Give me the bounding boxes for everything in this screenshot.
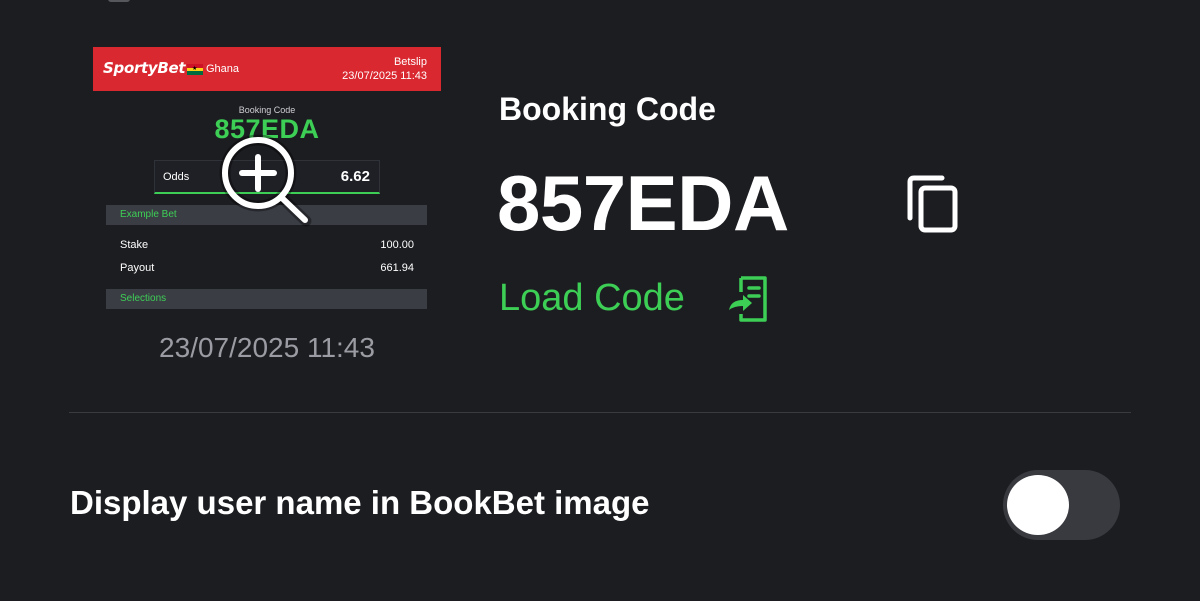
odds-value: 6.62 <box>340 168 370 185</box>
display-username-toggle[interactable] <box>1003 470 1120 540</box>
betslip-label: Betslip <box>393 56 427 68</box>
zoom-in-icon[interactable] <box>218 132 318 227</box>
ticket-load-icon <box>729 276 767 322</box>
slip-header: SportyBet ★ Ghana Betslip 23/07/2025 11:… <box>93 47 441 91</box>
load-code-button[interactable]: Load Code <box>499 276 767 322</box>
payout-label: Payout <box>120 262 155 274</box>
booking-code-page: SportyBet ★ Ghana Betslip 23/07/2025 11:… <box>0 0 1200 601</box>
stake-label: Stake <box>120 239 149 251</box>
ghana-flag-icon: ★ <box>187 64 203 75</box>
brand-logo: SportyBet <box>103 59 186 77</box>
booking-code-value: 857EDA <box>497 159 789 247</box>
selections-label: Selections <box>120 293 167 304</box>
slip-date: 23/07/2025 11:43 <box>342 70 427 82</box>
toggle-knob <box>1007 475 1069 535</box>
example-bet-label: Example Bet <box>120 209 177 220</box>
selections-bar: Selections <box>106 289 427 309</box>
payout-value: 661.94 <box>380 262 414 274</box>
divider <box>69 412 1131 413</box>
betslip-preview[interactable]: SportyBet ★ Ghana Betslip 23/07/2025 11:… <box>93 47 441 347</box>
country-label: Ghana <box>206 63 240 75</box>
stake-value: 100.00 <box>380 239 414 251</box>
preview-date: 23/07/2025 11:43 <box>159 332 375 363</box>
odds-label: Odds <box>163 171 190 183</box>
copy-icon[interactable] <box>906 174 962 234</box>
display-username-label: Display user name in BookBet image <box>70 484 650 521</box>
booking-code-title: Booking Code <box>499 91 716 127</box>
partial-top-icon <box>108 0 130 2</box>
load-code-label: Load Code <box>499 277 685 319</box>
